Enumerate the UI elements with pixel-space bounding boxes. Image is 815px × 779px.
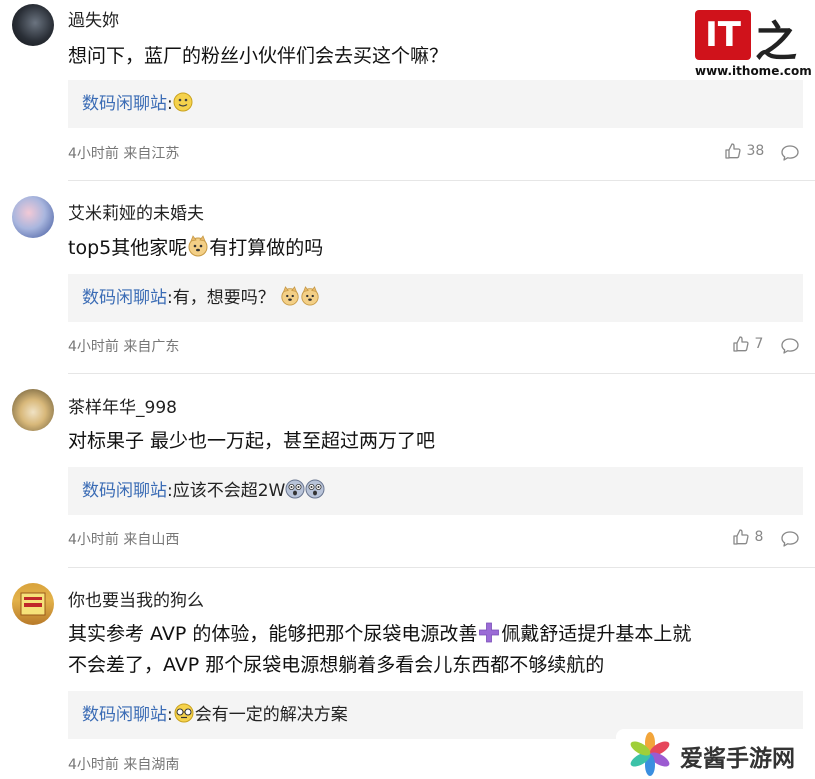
like-button[interactable]: 38 [724,142,764,160]
comment-bubble-icon [780,335,800,354]
avatar[interactable] [12,4,54,46]
comment-text-line2: 不会差了，AVP 那个尿袋电源想躺着多看会儿东西都不够续航的 [68,654,605,676]
divider [68,567,815,568]
shocked-emoji-icon [285,470,305,518]
comment-text: top5其他家呢 有打算做的吗 [68,233,323,266]
like-count: 8 [754,529,764,545]
avatar[interactable] [12,583,54,625]
comment-text: 其实参考 AVP 的体验，能够把那个尿袋电源改善 佩戴舒适提升基本上就 [68,619,691,652]
divider [68,373,815,374]
reply-button[interactable] [780,142,800,162]
comment-meta: 4小时前 来自湖南 [68,757,180,773]
comment-meta: 4小时前 来自江苏 [68,146,180,162]
it-logo-mark: IT [695,10,751,60]
reply-button[interactable] [780,528,800,548]
reply-text: 会有一定的解决方案 [194,705,348,725]
divider [68,180,815,181]
doge-emoji-icon [187,235,209,266]
logo-url: www.ithome.com [695,64,812,78]
comment-meta: 4小时前 来自山西 [68,532,180,548]
reply-button[interactable] [780,335,800,355]
avatar[interactable] [12,389,54,431]
zhijia-logo-glyph: 之 [755,17,798,66]
comment-username[interactable]: 你也要当我的狗么 [68,586,204,611]
thumbs-up-icon [732,336,750,352]
doge-emoji-icon [300,277,320,325]
doge-emoji-icon [280,277,300,325]
thumbs-up-icon [724,143,742,159]
reply-text: :应该不会超2W [167,481,286,501]
comment-bubble-icon [780,528,800,547]
glasses-emoji-icon [173,694,195,742]
like-count: 38 [746,143,765,159]
ithome-logo: IT 之 www.ithome.com [695,8,812,80]
reply-username[interactable]: 数码闲聊站 [82,705,167,725]
comment-username[interactable]: 艾米莉娅的未婚夫 [68,199,204,224]
reply-box: 数码闲聊站:有，想要吗？ [68,274,803,322]
pinwheel-logo-icon [630,732,670,776]
smile-emoji-icon [173,83,193,131]
reply-text: :有，想要吗？ [167,288,275,308]
watermark-text: 爱酱手游网 [680,746,795,772]
watermark: 爱酱手游网 [616,729,815,779]
thumbs-up-icon [732,529,750,545]
reply-username[interactable]: 数码闲聊站 [82,481,167,501]
plus-emoji-icon [477,621,501,652]
reply-box: 数码闲聊站: [68,80,803,128]
comment-meta: 4小时前 来自广东 [68,339,180,355]
comment-text: 对标果子 最少也一万起，甚至超过两万了吧 [68,430,436,452]
comment-bubble-icon [780,142,800,161]
reply-username[interactable]: 数码闲聊站 [82,94,167,114]
avatar[interactable] [12,196,54,238]
like-button[interactable]: 7 [732,335,763,353]
comment-username[interactable]: 過失妳 [68,6,119,31]
comment-username[interactable]: 茶样年华_998 [68,393,177,418]
like-button[interactable]: 8 [732,528,763,546]
comment-text: 想问下，蓝厂的粉丝小伙伴们会去买这个嘛？ [68,45,449,67]
reply-username[interactable]: 数码闲聊站 [82,288,167,308]
like-count: 7 [754,336,764,352]
avatar-sign-icon [20,592,46,616]
shocked-emoji-icon [305,470,325,518]
reply-box: 数码闲聊站:应该不会超2W [68,467,803,515]
